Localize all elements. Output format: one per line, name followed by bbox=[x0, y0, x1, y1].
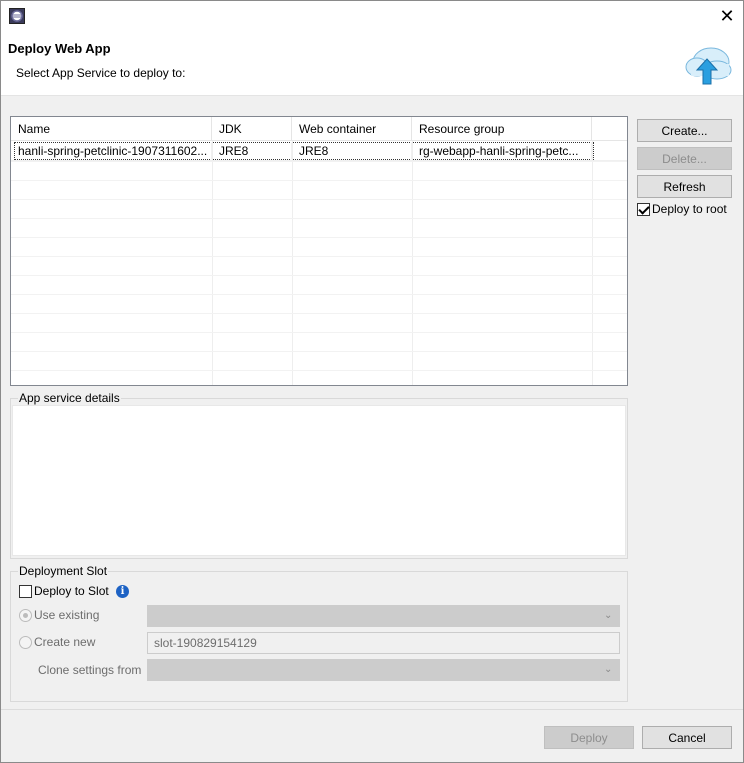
deploy-to-slot-label[interactable]: Deploy to Slot bbox=[34, 584, 109, 598]
existing-slot-select[interactable]: ⌄ bbox=[147, 605, 620, 627]
chevron-down-icon: ⌄ bbox=[604, 610, 613, 621]
cancel-button[interactable]: Cancel bbox=[642, 726, 732, 749]
deployment-slot-label: Deployment Slot bbox=[18, 564, 109, 578]
use-existing-label[interactable]: Use existing bbox=[34, 608, 99, 622]
deploy-web-app-dialog: ✕ Deploy Web App Select App Service to d… bbox=[0, 0, 744, 763]
cell-jdk: JRE8 bbox=[212, 142, 292, 161]
use-existing-radio[interactable] bbox=[19, 609, 32, 622]
wizard-banner: Deploy Web App Select App Service to dep… bbox=[1, 32, 743, 96]
new-slot-name-input[interactable]: slot-190829154129 bbox=[147, 632, 620, 654]
refresh-button[interactable]: Refresh bbox=[637, 175, 732, 198]
clone-settings-label: Clone settings from bbox=[38, 663, 142, 677]
app-service-table[interactable]: Name JDK Web container Resource group ha… bbox=[10, 116, 628, 386]
close-window-button[interactable]: ✕ bbox=[711, 1, 743, 32]
table-header: Name JDK Web container Resource group bbox=[11, 117, 627, 141]
create-new-radio[interactable] bbox=[19, 636, 32, 649]
eclipse-app-icon bbox=[9, 8, 25, 24]
footer-separator bbox=[1, 709, 743, 710]
app-service-details-area bbox=[12, 405, 626, 556]
cell-web-container: JRE8 bbox=[292, 142, 412, 161]
column-header-jdk[interactable]: JDK bbox=[212, 117, 292, 141]
cell-name: hanli-spring-petclinic-1907311602... bbox=[11, 142, 212, 161]
info-icon[interactable]: i bbox=[116, 585, 129, 598]
chevron-down-icon: ⌄ bbox=[604, 664, 613, 675]
create-button[interactable]: Create... bbox=[637, 119, 732, 142]
dialog-title: Deploy Web App bbox=[8, 41, 111, 56]
close-icon: ✕ bbox=[719, 6, 735, 26]
dialog-subtitle: Select App Service to deploy to: bbox=[16, 66, 186, 80]
create-new-label[interactable]: Create new bbox=[34, 635, 95, 649]
column-header-resource-group[interactable]: Resource group bbox=[412, 117, 592, 141]
title-bar: ✕ bbox=[1, 1, 743, 32]
delete-button[interactable]: Delete... bbox=[637, 147, 732, 170]
column-header-web-container[interactable]: Web container bbox=[292, 117, 412, 141]
table-row[interactable]: hanli-spring-petclinic-1907311602... JRE… bbox=[11, 142, 627, 161]
app-service-details-label: App service details bbox=[18, 391, 121, 405]
column-header-name[interactable]: Name bbox=[11, 117, 212, 141]
deploy-to-root-checkbox[interactable] bbox=[637, 203, 650, 216]
deploy-to-root-label[interactable]: Deploy to root bbox=[652, 202, 727, 216]
clone-settings-select[interactable]: ⌄ bbox=[147, 659, 620, 681]
cell-resource-group: rg-webapp-hanli-spring-petc... bbox=[412, 142, 592, 161]
cloud-upload-icon bbox=[685, 47, 732, 85]
deploy-to-slot-checkbox[interactable] bbox=[19, 585, 32, 598]
deploy-button[interactable]: Deploy bbox=[544, 726, 634, 749]
